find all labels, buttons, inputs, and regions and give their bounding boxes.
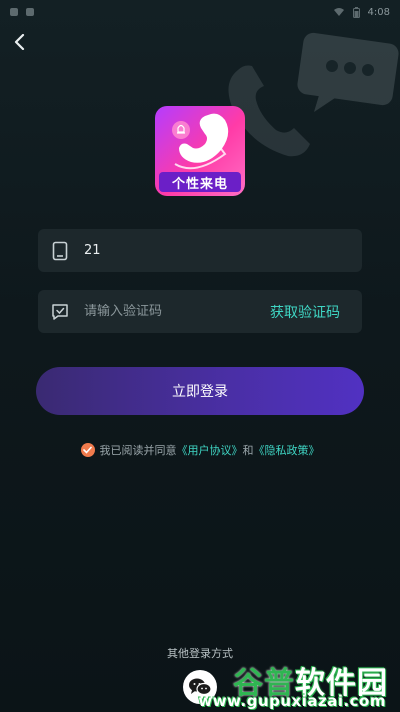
status-right: 4:08 (333, 6, 390, 18)
watermark: 谷普软件园 www.gupuxiazai.com (198, 658, 396, 710)
notification-icon-2 (26, 8, 34, 16)
phone-icon (50, 241, 70, 261)
agreement-checkbox[interactable] (80, 443, 95, 457)
privacy-policy-link[interactable]: 《隐私政策》 (254, 442, 320, 458)
phone-field[interactable] (38, 229, 362, 272)
code-input[interactable] (84, 304, 270, 319)
watermark-url: www.gupuxiazai.com (198, 692, 386, 710)
agreement-prefix: 我已阅读并同意 (99, 444, 177, 457)
notification-icon (10, 8, 18, 16)
battery-icon (352, 6, 360, 18)
login-screen: 4:08 个性来电 21 请输入验证码 获取验证码 立即登录 我已阅读并同意 《… (0, 0, 400, 712)
wifi-icon (333, 8, 344, 16)
phone-handset-icon (172, 113, 229, 170)
get-code-button[interactable]: 获取验证码 (270, 302, 340, 322)
code-field[interactable]: 获取验证码 (38, 290, 362, 333)
check-icon (83, 446, 92, 454)
phone-input[interactable] (84, 243, 350, 258)
message-check-icon (50, 302, 70, 322)
back-button[interactable] (8, 30, 32, 54)
status-left (10, 8, 34, 16)
user-agreement-link[interactable]: 《用户协议》 (177, 442, 243, 458)
status-time: 4:08 (367, 6, 390, 18)
login-button[interactable]: 立即登录 (36, 367, 364, 415)
agreement-and: 和 (242, 444, 254, 457)
chevron-left-icon (14, 34, 25, 50)
agreement-row: 我已阅读并同意 《用户协议》 和 《隐私政策》 (0, 441, 400, 459)
app-logo: 个性来电 (155, 106, 245, 196)
app-logo-label: 个性来电 (159, 172, 241, 192)
